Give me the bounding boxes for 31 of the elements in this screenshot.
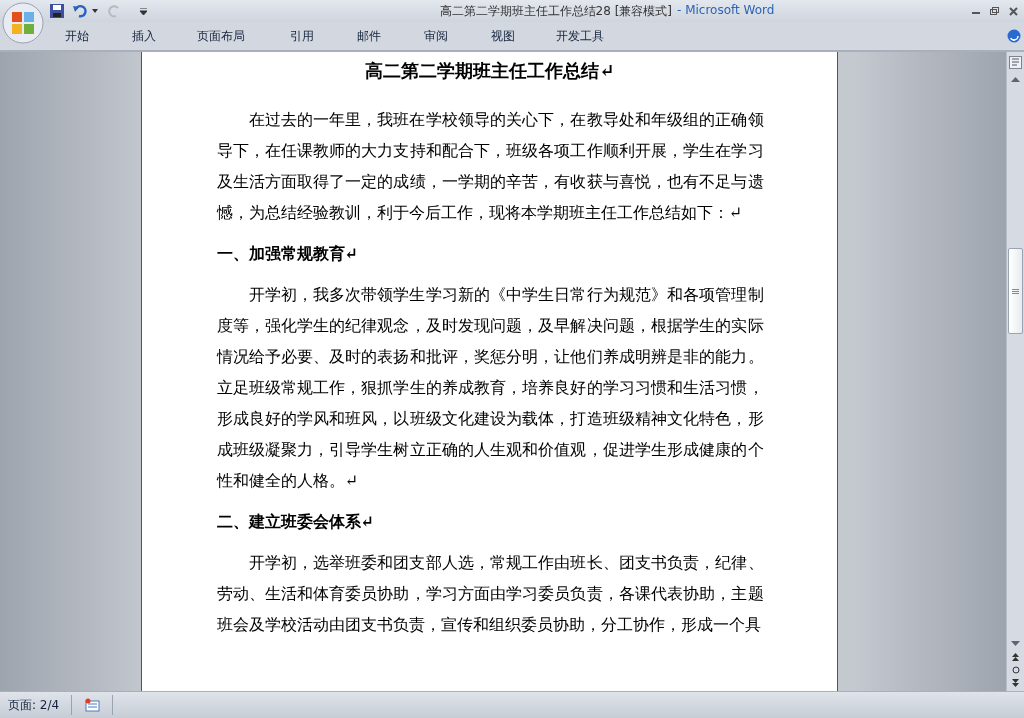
app-title: - Microsoft Word (677, 2, 775, 19)
ribbon-tab[interactable]: 开发工具 (551, 23, 609, 49)
customize-caret-icon[interactable] (140, 7, 147, 15)
browse-object-icon[interactable] (1011, 666, 1020, 674)
ribbon-tab[interactable]: 插入 (127, 23, 161, 49)
section-heading: 二、建立班委会体系↵ (216, 511, 375, 533)
document-title: 高二第二学期班主任工作总结↵ (364, 59, 616, 83)
next-page-icon[interactable] (1012, 679, 1019, 687)
close-icon[interactable] (1009, 6, 1018, 16)
restore-icon[interactable] (990, 7, 999, 15)
ribbon-tab[interactable]: 页面布局 (192, 23, 250, 49)
ribbon-tab[interactable]: 开始 (60, 23, 94, 49)
scroll-down-icon[interactable] (1011, 641, 1020, 646)
paragraph: 开学初，我多次带领学生学习新的《中学生日常行为规范》和各项管理制度等，强化学生的纪律观念，及时发现问题，及早解决问题，根据学生的实际情况给予必要、及时的表扬和批评，奖惩分明，让他们养成明辨是非的能力。立足班级常规工作，狠抓学生的养成教育，培养良好的学习习惯和生活习惯，形成良好的学风和班风，以班级文化建设为载体，打造班级精神文化特色，形成班级凝聚力，引导学生树立正确的人生观和价值观，促进学生形成健康的个性和健全的人格。↵ (216, 284, 764, 492)
ribbon-tab[interactable]: 邮件 (352, 23, 386, 49)
ribbon-tab[interactable]: 引用 (285, 23, 319, 49)
save-icon[interactable] (50, 4, 64, 18)
undo-icon[interactable] (73, 4, 89, 18)
ribbon-tab[interactable]: 审阅 (419, 23, 453, 49)
scroll-up-icon[interactable] (1011, 77, 1020, 82)
caret-icon[interactable] (92, 9, 98, 13)
paragraph: 在过去的一年里，我班在学校领导的关心下，在教导处和年级组的正确领导下，在任课教师的大力支持和配合下，班级各项工作顺利开展，学生在学习及生活方面取得了一定的成绩，一学期的辛苦，有收获与喜悦，也有不足与遗憾，为总结经验教训，利于今后工作，现将本学期班主任工作总结如下：↵ (216, 109, 764, 224)
scroll-thumb[interactable] (1008, 248, 1023, 334)
window-title: 高二第二学期班主任工作总结28 [兼容模式] (439, 2, 672, 20)
section-heading: 一、加强常规教育↵ (216, 243, 359, 265)
previous-page-icon[interactable] (1012, 653, 1019, 661)
proofing-icon[interactable] (84, 698, 101, 712)
ruler-icon[interactable] (1009, 56, 1022, 69)
paragraph: 开学初，选举班委和团支部人选，常规工作由班长、团支书负责，纪律、劳动、生活和体育委员协助，学习方面由学习委员负责，各课代表协助，主题班会及学校活动由团支书负责，宣传和组织委员协助，分工协作，形成一个具 (216, 552, 764, 636)
page-count: 页面: 2/4 (0, 695, 73, 715)
ribbon-tab[interactable]: 视图 (486, 23, 520, 49)
